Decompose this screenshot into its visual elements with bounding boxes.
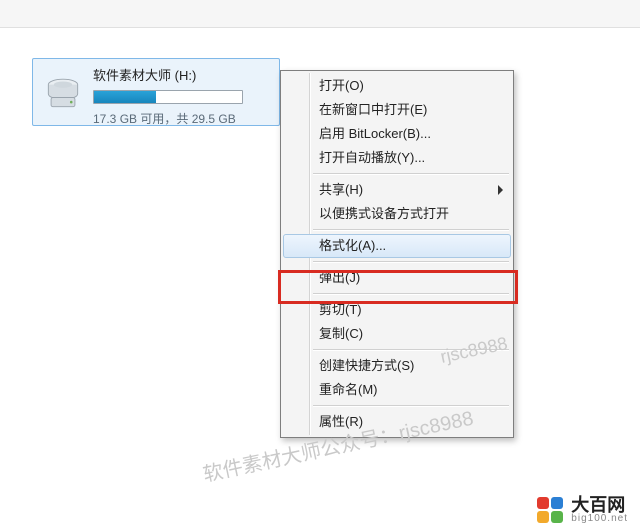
menu-item-open-new-window[interactable]: 在新窗口中打开(E) bbox=[283, 98, 511, 122]
window-toolbar bbox=[0, 0, 640, 28]
menu-item-label: 在新窗口中打开(E) bbox=[319, 102, 427, 117]
menu-item-label: 重命名(M) bbox=[319, 382, 378, 397]
drive-title: 软件素材大师 (H:) bbox=[93, 65, 273, 84]
menu-item-label: 打开(O) bbox=[319, 78, 364, 93]
menu-separator bbox=[313, 229, 509, 231]
menu-item-cut[interactable]: 剪切(T) bbox=[283, 298, 511, 322]
menu-separator bbox=[313, 405, 509, 407]
menu-item-label: 剪切(T) bbox=[319, 302, 362, 317]
usage-bar bbox=[93, 90, 243, 104]
menu-item-enable-bitlocker[interactable]: 启用 BitLocker(B)... bbox=[283, 122, 511, 146]
menu-separator bbox=[313, 349, 509, 351]
submenu-arrow-icon bbox=[498, 185, 503, 195]
drive-usage-text: 17.3 GB 可用，共 29.5 GB bbox=[93, 110, 273, 127]
menu-item-label: 以便携式设备方式打开 bbox=[319, 206, 449, 221]
menu-item-open[interactable]: 打开(O) bbox=[283, 74, 511, 98]
drive-body: 软件素材大师 (H:) 17.3 GB 可用，共 29.5 GB bbox=[93, 59, 279, 125]
menu-item-autoplay[interactable]: 打开自动播放(Y)... bbox=[283, 146, 511, 170]
menu-item-label: 创建快捷方式(S) bbox=[319, 358, 414, 373]
drive-icon bbox=[33, 59, 93, 125]
menu-item-create-shortcut[interactable]: 创建快捷方式(S) bbox=[283, 354, 511, 378]
menu-item-label: 属性(R) bbox=[319, 414, 363, 429]
menu-item-eject[interactable]: 弹出(J) bbox=[283, 266, 511, 290]
menu-item-properties[interactable]: 属性(R) bbox=[283, 410, 511, 434]
context-menu: 打开(O) 在新窗口中打开(E) 启用 BitLocker(B)... 打开自动… bbox=[280, 70, 514, 438]
explorer-window: 软件素材大师 (H:) 17.3 GB 可用，共 29.5 GB 打开(O) 在… bbox=[0, 0, 640, 532]
menu-separator bbox=[313, 261, 509, 263]
menu-item-label: 格式化(A)... bbox=[319, 238, 386, 253]
menu-item-copy[interactable]: 复制(C) bbox=[283, 322, 511, 346]
site-brand: 大百网 big100.net bbox=[537, 496, 628, 524]
menu-item-label: 弹出(J) bbox=[319, 270, 360, 285]
menu-item-label: 共享(H) bbox=[319, 182, 363, 197]
usage-bar-fill bbox=[94, 91, 156, 103]
menu-item-label: 打开自动播放(Y)... bbox=[319, 150, 425, 165]
menu-separator bbox=[313, 173, 509, 175]
menu-item-rename[interactable]: 重命名(M) bbox=[283, 378, 511, 402]
menu-item-share[interactable]: 共享(H) bbox=[283, 178, 511, 202]
brand-domain: big100.net bbox=[571, 514, 628, 524]
menu-item-label: 复制(C) bbox=[319, 326, 363, 341]
menu-item-label: 启用 BitLocker(B)... bbox=[319, 126, 431, 141]
menu-item-open-portable[interactable]: 以便携式设备方式打开 bbox=[283, 202, 511, 226]
drive-item[interactable]: 软件素材大师 (H:) 17.3 GB 可用，共 29.5 GB bbox=[32, 58, 280, 126]
menu-separator bbox=[313, 293, 509, 295]
brand-name: 大百网 bbox=[571, 496, 628, 514]
brand-logo-icon bbox=[537, 497, 563, 523]
menu-item-format[interactable]: 格式化(A)... bbox=[283, 234, 511, 258]
